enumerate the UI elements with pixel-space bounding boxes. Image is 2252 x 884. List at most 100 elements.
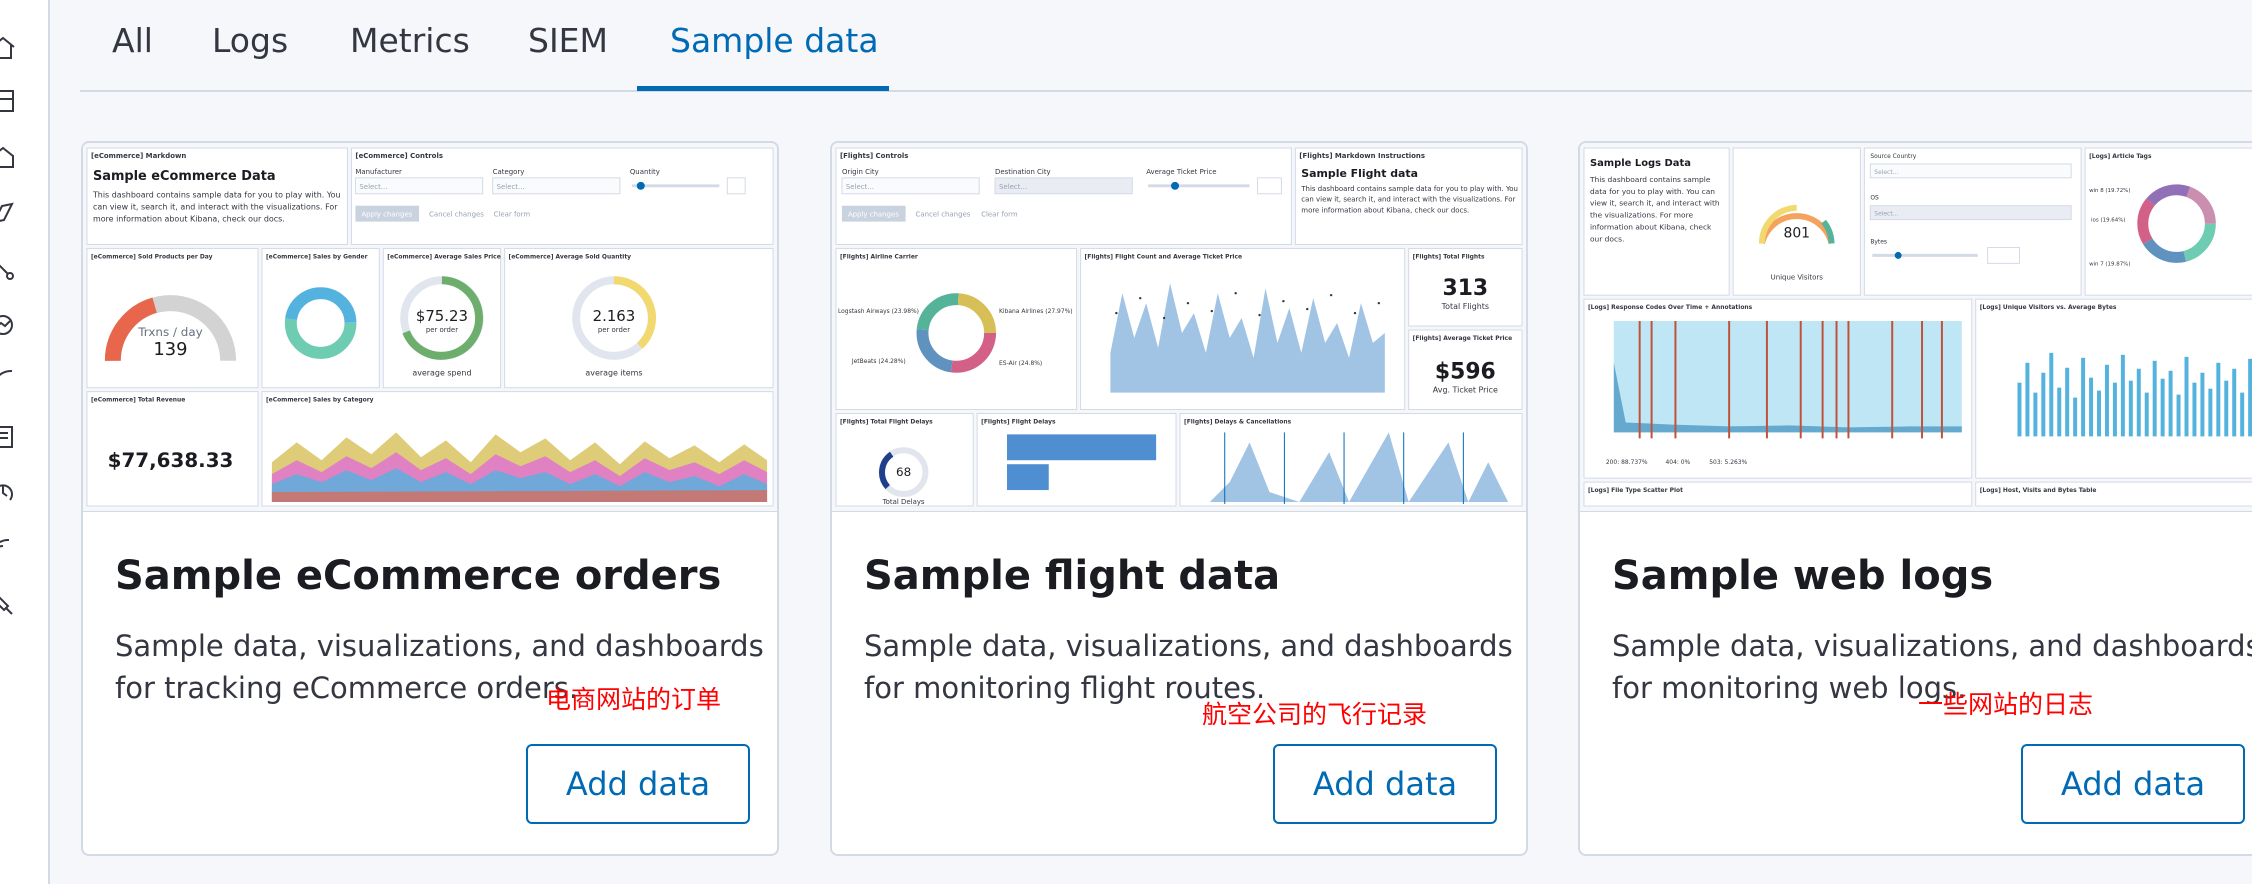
flights-cancel-changes: Cancel changes — [916, 211, 971, 219]
flights-carrier-kibana: Kibana Airlines (27.97%) — [999, 308, 1073, 315]
ecommerce-avg-price-title: [eCommerce] Average Sales Price — [387, 253, 501, 260]
ecommerce-markdown-panel-title: [eCommerce] Markdown — [91, 152, 186, 160]
flights-clear-form: Clear form — [981, 211, 1018, 219]
flights-total-delays-title: [Flights] Total Flight Delays — [840, 418, 933, 425]
chinese-annotation: 电商网站的订单 — [546, 685, 722, 714]
ecommerce-dashboard-preview: [eCommerce] Markdown Sample eCommerce Da… — [83, 143, 777, 512]
flights-carrier-esair: ES-Air (24.8%) — [999, 360, 1042, 367]
logs-article-tags-title: [Logs] Article Tags — [2089, 153, 2152, 160]
logs-dashboard-preview: Sample Logs Data This dashboard contains… — [1580, 143, 2252, 512]
flights-controls-title: [Flights] Controls — [840, 152, 908, 160]
flights-delays-value: 68 — [896, 465, 911, 479]
flights-avg-ticket-caption: Avg. Ticket Price — [1433, 386, 1498, 395]
flights-cancellations-title: [Flights] Delays & Cancellations — [1184, 418, 1292, 425]
ecommerce-field-manufacturer: Manufacturer — [355, 168, 402, 176]
logs-file-type-title: [Logs] File Type Scatter Plot — [1588, 487, 1683, 494]
ecommerce-avg-qty-value: 2.163 — [593, 307, 636, 325]
active-tab-indicator — [637, 86, 889, 91]
dev-tools-icon[interactable] — [0, 592, 16, 618]
chinese-annotation: 一些网站的日志 — [1918, 690, 2094, 719]
card-title: Sample eCommerce orders — [115, 553, 722, 599]
add-data-button[interactable]: Add data — [1273, 744, 1497, 824]
ecommerce-sales-category-title: [eCommerce] Sales by Category — [266, 397, 374, 404]
flights-instructions-title: [Flights] Markdown Instructions — [1299, 152, 1425, 160]
flights-delays-caption: Total Delays — [882, 498, 925, 506]
ecommerce-sales-gender-title: [eCommerce] Sales by Gender — [266, 253, 368, 260]
logs-os-select: Select... — [1874, 211, 1898, 218]
logs-field-bytes: Bytes — [1870, 238, 1887, 245]
ecommerce-avg-price-value: $75.23 — [416, 307, 468, 325]
flights-preview-title: Sample Flight data — [1301, 167, 1418, 180]
ecommerce-avg-price-caption: average spend — [412, 369, 471, 378]
logs-tag-win7: win 7 (19.87%) — [2089, 261, 2130, 267]
card-flights[interactable]: [Flights] Controls Origin City Select...… — [830, 141, 1528, 856]
logs-tag-ios: ios (19.64%) — [2091, 218, 2125, 224]
ecommerce-avg-qty-caption: average items — [585, 369, 642, 378]
side-nav-rail — [0, 0, 50, 884]
apm-icon[interactable] — [0, 368, 16, 394]
tab-sample-data[interactable]: Sample data — [670, 18, 879, 90]
logs-unique-vs-bytes-title: [Logs] Unique Visitors vs. Average Bytes — [1980, 304, 2117, 311]
building-icon[interactable] — [0, 144, 16, 170]
card-web-logs[interactable]: Sample Logs Data This dashboard contains… — [1578, 141, 2252, 856]
logs-country-select: Select... — [1874, 169, 1898, 176]
flights-apply-changes: Apply changes — [848, 211, 899, 219]
flights-avg-ticket-title: [Flights] Average Ticket Price — [1413, 335, 1512, 342]
flights-field-destination: Destination City — [995, 168, 1051, 176]
maps-icon[interactable] — [0, 200, 16, 226]
tab-metrics[interactable]: Metrics — [350, 18, 470, 90]
tab-siem[interactable]: SIEM — [528, 18, 608, 90]
tab-divider — [80, 90, 2252, 92]
logs-icon[interactable] — [0, 424, 16, 450]
flights-total-caption: Total Flights — [1441, 302, 1489, 311]
graph-icon[interactable] — [0, 256, 16, 282]
card-title: Sample flight data — [864, 553, 1281, 599]
siem-icon[interactable] — [0, 536, 16, 562]
ecommerce-revenue-value: $77,638.33 — [108, 449, 234, 472]
tab-logs[interactable]: Logs — [212, 18, 288, 90]
dashboard-icon[interactable] — [0, 88, 16, 114]
logs-field-country: Source Country — [1870, 153, 1916, 160]
logs-tag-win8: win 8 (19.72%) — [2089, 188, 2130, 194]
ecommerce-avg-qty-sub: per order — [598, 326, 630, 334]
logs-unique-visitors-value: 801 — [1783, 226, 1810, 242]
uptime-icon[interactable] — [0, 480, 16, 506]
flights-preview-body: This dashboard contains sample data for … — [1301, 184, 1518, 215]
ecommerce-avg-qty-title: [eCommerce] Average Sold Quantity — [509, 253, 632, 260]
ecommerce-gauge-value: 139 — [153, 339, 187, 360]
flights-field-ticket-price: Average Ticket Price — [1146, 168, 1216, 176]
flights-carrier-logstash: Logstash Airways (23.98%) — [838, 308, 919, 315]
home-icon[interactable] — [0, 35, 16, 61]
ecommerce-field-category: Category — [493, 168, 525, 176]
ecommerce-preview-body: This dashboard contains sample data for … — [92, 190, 341, 224]
flights-carrier-jetbeats: JetBeats (24.28%) — [851, 358, 906, 365]
tab-all[interactable]: All — [112, 18, 153, 90]
ecommerce-field-quantity: Quantity — [630, 168, 660, 176]
flights-delays-title: [Flights] Flight Delays — [981, 418, 1056, 425]
logs-preview-body: This dashboard contains sample data for … — [1589, 174, 1720, 244]
ecommerce-avg-price-sub: per order — [426, 326, 458, 334]
flights-total-title: [Flights] Total Flights — [1413, 253, 1485, 260]
flights-field-origin: Origin City — [842, 168, 879, 176]
logs-legend-200: 200: 88.737% — [1606, 459, 1648, 466]
ecommerce-clear-form: Clear form — [494, 211, 531, 219]
add-data-button[interactable]: Add data — [526, 744, 750, 824]
ecommerce-category-select: Select... — [497, 183, 525, 191]
ecommerce-controls-title: [eCommerce] Controls — [355, 152, 443, 160]
logs-field-os: OS — [1870, 195, 1879, 202]
chinese-annotation: 航空公司的飞行记录 — [1202, 700, 1428, 729]
monitoring-icon[interactable] — [0, 312, 16, 338]
ecommerce-sold-products-title: [eCommerce] Sold Products per Day — [91, 253, 213, 260]
flights-carrier-title: [Flights] Airline Carrier — [840, 253, 918, 260]
logs-unique-visitors-caption: Unique Visitors — [1771, 273, 1824, 281]
ecommerce-gauge-label: Trxns / day — [137, 325, 202, 339]
ecommerce-preview-title: Sample eCommerce Data — [93, 169, 276, 184]
flights-avg-ticket-value: $596 — [1435, 360, 1496, 385]
logs-host-table-title: [Logs] Host, Visits and Bytes Table — [1980, 487, 2097, 494]
card-ecommerce[interactable]: [eCommerce] Markdown Sample eCommerce Da… — [81, 141, 779, 856]
logs-legend-404: 404: 0% — [1666, 459, 1691, 466]
logs-legend-503: 503: 5.263% — [1709, 459, 1747, 466]
ecommerce-revenue-title: [eCommerce] Total Revenue — [91, 397, 185, 404]
add-data-button[interactable]: Add data — [2021, 744, 2245, 824]
flights-origin-select: Select... — [846, 183, 874, 191]
